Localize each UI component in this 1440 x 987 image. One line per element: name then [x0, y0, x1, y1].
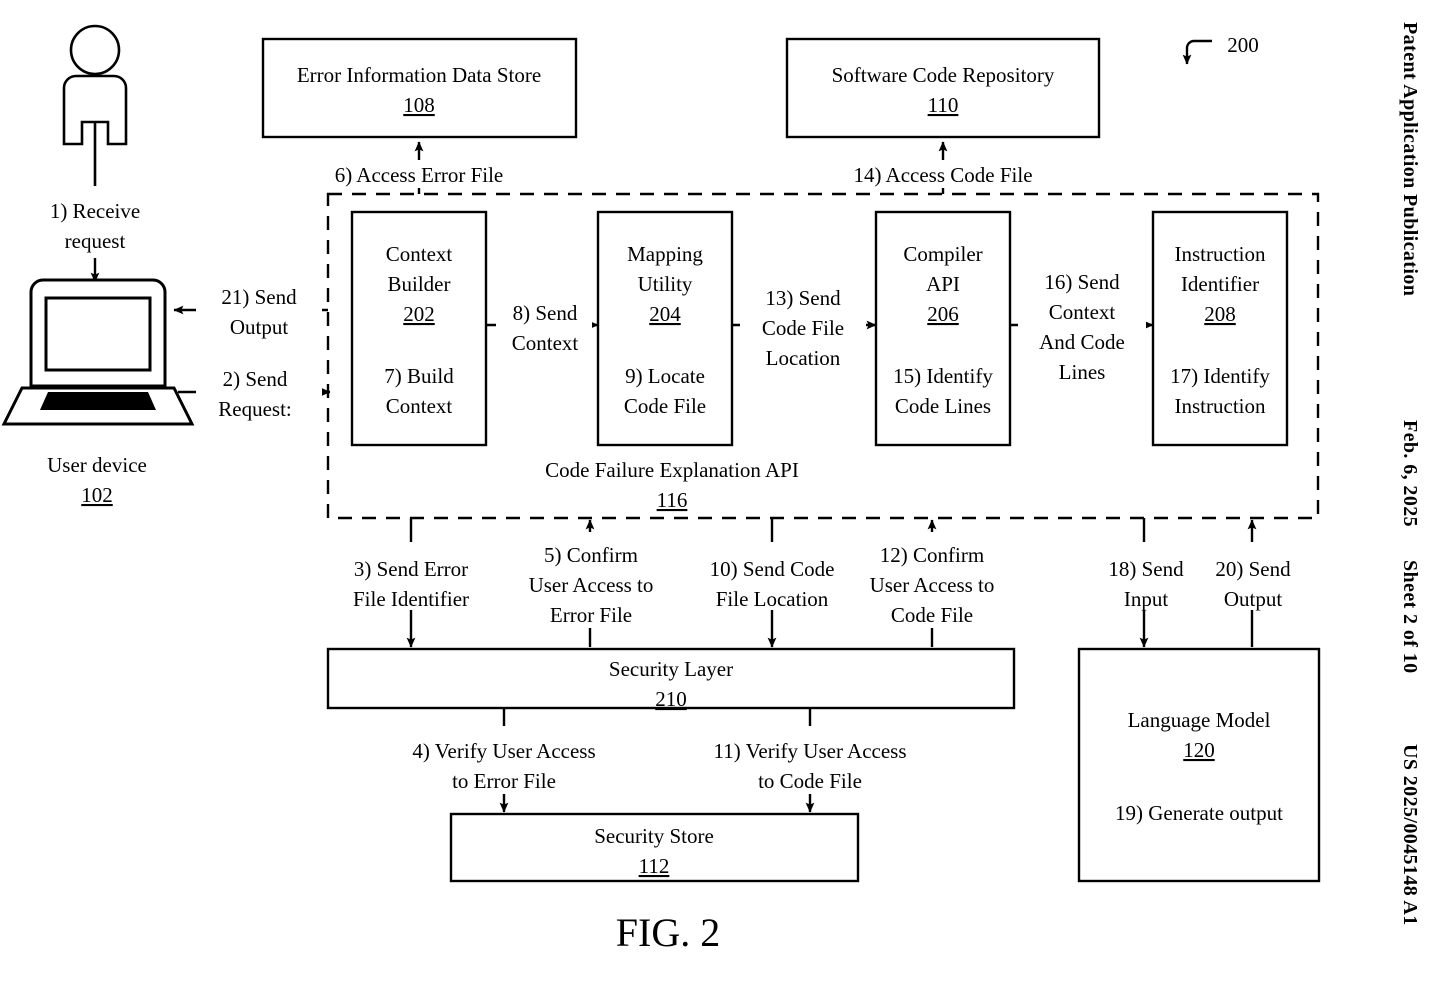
security-store-box: Security Store 112	[449, 812, 860, 883]
mapping-utility-step2: Code File	[624, 394, 706, 418]
context-builder-ref: 202	[403, 302, 435, 326]
step-4-line2: to Error File	[452, 769, 556, 793]
instruction-identifier-line2: Identifier	[1181, 272, 1259, 296]
instruction-identifier-line1: Instruction	[1175, 242, 1266, 266]
figure-caption: FIG. 2	[616, 910, 720, 955]
step-21-line2: Output	[230, 315, 289, 339]
step-12-line1: 12) Confirm	[880, 543, 984, 567]
user-device-name: User device	[47, 453, 147, 477]
context-builder-line1: Context	[386, 242, 453, 266]
security-layer-ref: 210	[655, 687, 687, 711]
step-5-line2: User Access to	[529, 573, 654, 597]
sidebar-header: Patent Application Publication Feb. 6, 2…	[1399, 22, 1421, 926]
step-10-line1: 10) Send Code	[710, 557, 835, 581]
security-layer-box: Security Layer 210	[326, 647, 1016, 711]
step-8-line1: 8) Send	[513, 301, 578, 325]
step-20-line2: Output	[1224, 587, 1283, 611]
step-20-line1: 20) Send	[1215, 557, 1291, 581]
step-18-line1: 18) Send	[1108, 557, 1184, 581]
step-12-line2: User Access to	[870, 573, 995, 597]
compiler-api-step1: 15) Identify	[893, 364, 993, 388]
mapping-utility-line1: Mapping	[627, 242, 703, 266]
mapping-utility-line2: Utility	[638, 272, 693, 296]
step-18-line2: Input	[1124, 587, 1168, 611]
explanation-api-label: Code Failure Explanation API	[545, 458, 799, 482]
step-16-line4: Lines	[1059, 360, 1106, 384]
step-8-send-context: 8) Send Context	[486, 296, 599, 355]
step-8-line2: Context	[512, 331, 579, 355]
explanation-api-ref: 116	[657, 488, 688, 512]
sidebar-sheet: Sheet 2 of 10	[1399, 560, 1421, 674]
step-21-send-output: 21) Send Output	[173, 285, 328, 340]
step-2-send-request: 2) Send Request:	[178, 366, 331, 421]
security-layer-label: Security Layer	[609, 657, 733, 681]
user-device-laptop-icon	[1, 278, 195, 426]
step-2-line1: 2) Send	[223, 367, 288, 391]
compiler-api-line2: API	[926, 272, 960, 296]
step-3-line2: File Identifier	[353, 587, 469, 611]
step-14-line1: 14) Access Code File	[853, 163, 1032, 187]
step-13-send-code-file-location: 13) Send Code File Location	[732, 268, 877, 370]
language-model-label: Language Model	[1128, 708, 1271, 732]
step-16-line2: Context	[1049, 300, 1116, 324]
security-store-ref: 112	[639, 854, 670, 878]
instruction-identifier-ref: 208	[1204, 302, 1236, 326]
step-6-line1: 6) Access Error File	[335, 163, 504, 187]
compiler-api-box: Compiler API 206 15) Identify Code Lines	[874, 210, 1012, 447]
mapping-utility-box: Mapping Utility 204 9) Locate Code File	[596, 210, 734, 447]
instruction-identifier-step2: Instruction	[1175, 394, 1266, 418]
mapping-utility-step1: 9) Locate	[625, 364, 705, 388]
step-5-line1: 5) Confirm	[544, 543, 638, 567]
error-store-ref: 108	[403, 93, 435, 117]
language-model-ref: 120	[1183, 738, 1215, 762]
user-device-ref: 102	[81, 483, 113, 507]
sidebar-publication: Patent Application Publication	[1399, 22, 1421, 296]
context-builder-step2: Context	[386, 394, 453, 418]
step-10-line2: File Location	[716, 587, 829, 611]
mapping-utility-ref: 204	[649, 302, 681, 326]
compiler-api-ref: 206	[927, 302, 959, 326]
error-store-label: Error Information Data Store	[297, 63, 541, 87]
error-information-data-store-box: Error Information Data Store 108	[261, 37, 578, 139]
context-builder-line2: Builder	[388, 272, 451, 296]
code-repo-label: Software Code Repository	[832, 63, 1055, 87]
step-12-line3: Code File	[891, 603, 973, 627]
step-11-line2: to Code File	[758, 769, 862, 793]
step-16-line3: And Code	[1039, 330, 1125, 354]
software-code-repository-box: Software Code Repository 110	[785, 37, 1101, 139]
security-store-label: Security Store	[594, 824, 714, 848]
step-16-line1: 16) Send	[1044, 270, 1120, 294]
step-1-line1: 1) Receive	[50, 199, 140, 223]
step-21-line1: 21) Send	[221, 285, 297, 309]
step-2-line2: Request:	[218, 397, 292, 421]
diagram-ref-200: 200	[1227, 33, 1259, 57]
step-3-line1: 3) Send Error	[354, 557, 468, 581]
sidebar-pub-number: US 2025/0045148 A1	[1399, 744, 1421, 926]
instruction-identifier-box: Instruction Identifier 208 17) Identify …	[1151, 210, 1289, 447]
patent-figure-2: 1) Receive request User device 102 21) S…	[0, 0, 1440, 982]
step-16-send-context-and-code-lines: 16) Send Context And Code Lines	[1010, 268, 1154, 386]
language-model-step: 19) Generate output	[1115, 801, 1283, 825]
step-13-line2: Code File	[762, 316, 844, 340]
step-13-line1: 13) Send	[765, 286, 841, 310]
sidebar-date: Feb. 6, 2025	[1399, 420, 1421, 527]
code-repo-ref: 110	[928, 93, 959, 117]
step-5-line3: Error File	[550, 603, 632, 627]
step-4-line1: 4) Verify User Access	[412, 739, 595, 763]
step-13-line3: Location	[766, 346, 841, 370]
context-builder-box: Context Builder 202 7) Build Context	[350, 210, 488, 447]
step-11-line1: 11) Verify User Access	[713, 739, 906, 763]
step-1-line2: request	[65, 229, 126, 253]
context-builder-step1: 7) Build	[384, 364, 454, 388]
step-5-confirm-user-access-error-file: 5) Confirm User Access to Error File	[512, 519, 670, 647]
step-12-confirm-user-access-code-file: 12) Confirm User Access to Code File	[853, 519, 1011, 647]
compiler-api-step2: Code Lines	[895, 394, 991, 418]
compiler-api-line1: Compiler	[903, 242, 982, 266]
instruction-identifier-step1: 17) Identify	[1170, 364, 1270, 388]
language-model-box: Language Model 120 19) Generate output	[1077, 647, 1321, 883]
